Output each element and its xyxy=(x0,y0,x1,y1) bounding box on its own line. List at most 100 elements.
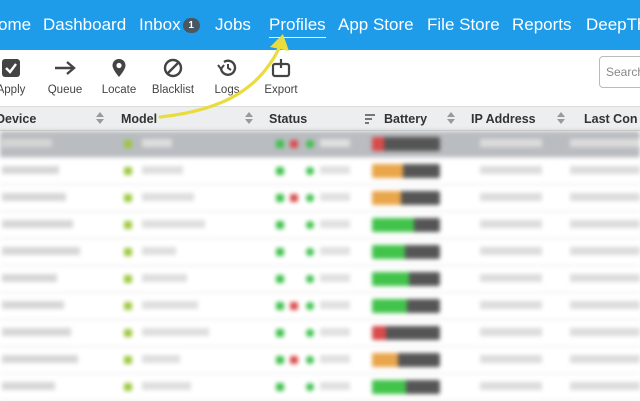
status-online-icon xyxy=(276,167,284,175)
battery-level-fill xyxy=(372,137,384,151)
status-alert-icon xyxy=(290,194,298,202)
battery-bar xyxy=(372,245,440,259)
nav-inbox[interactable]: Inbox 1 xyxy=(139,15,200,35)
table-row[interactable] xyxy=(0,239,640,266)
status-alert-icon xyxy=(290,302,298,310)
model-cell xyxy=(142,328,209,336)
device-table-body xyxy=(0,131,640,401)
nav-jobs[interactable]: Jobs xyxy=(215,15,251,35)
blacklist-button[interactable]: Blacklist xyxy=(145,58,201,96)
column-header-device[interactable]: Device xyxy=(0,107,36,131)
queue-button[interactable]: Queue xyxy=(37,58,93,96)
nav-home[interactable]: ome xyxy=(0,15,31,35)
battery-level-fill xyxy=(372,299,407,313)
status-text-cell xyxy=(320,355,350,363)
nav-profiles[interactable]: Profiles xyxy=(269,15,326,38)
battery-level-fill xyxy=(372,245,405,259)
model-status-icon xyxy=(124,356,132,364)
arrow-right-icon xyxy=(37,58,93,80)
top-nav-bar: ome Dashboard Inbox 1 Jobs Profiles App S… xyxy=(0,0,640,50)
export-button[interactable]: Export xyxy=(253,58,309,96)
sort-lines-icon[interactable] xyxy=(365,114,375,126)
sort-icon-ip-address[interactable] xyxy=(557,112,565,124)
table-row[interactable] xyxy=(0,374,640,401)
column-header-battery[interactable]: Battery xyxy=(384,107,427,131)
status-online-icon xyxy=(276,221,284,229)
device-name-cell xyxy=(2,193,66,201)
ip-address-cell xyxy=(480,139,542,147)
model-status-icon xyxy=(124,329,132,337)
column-header-ip-address[interactable]: IP Address xyxy=(471,107,536,131)
battery-bar xyxy=(372,299,440,313)
ip-address-cell xyxy=(480,166,542,174)
table-row[interactable] xyxy=(0,212,640,239)
table-row[interactable] xyxy=(0,293,640,320)
battery-level-fill xyxy=(372,164,403,178)
model-status-icon xyxy=(124,167,132,175)
model-cell xyxy=(142,247,176,255)
device-name-cell xyxy=(2,382,55,390)
nav-reports[interactable]: Reports xyxy=(512,15,572,35)
column-header-model[interactable]: Model xyxy=(121,107,157,131)
ip-address-cell xyxy=(480,247,542,255)
model-cell xyxy=(142,220,205,228)
ban-icon xyxy=(145,58,201,80)
status-connection-icon xyxy=(306,221,314,229)
logs-button[interactable]: Logs xyxy=(199,58,255,96)
nav-deepthought[interactable]: DeepTh xyxy=(586,15,640,35)
search-input[interactable] xyxy=(599,56,640,88)
apply-label: Apply xyxy=(0,84,26,96)
battery-bar xyxy=(372,326,440,340)
model-cell xyxy=(142,139,172,147)
status-connection-icon xyxy=(306,356,314,364)
nav-file-store[interactable]: File Store xyxy=(427,15,500,35)
logs-label: Logs xyxy=(214,84,240,96)
last-connected-cell xyxy=(570,301,640,309)
table-row[interactable] xyxy=(0,131,640,158)
battery-level-fill xyxy=(372,326,386,340)
last-connected-cell xyxy=(570,220,640,228)
status-text-cell xyxy=(320,247,350,255)
nav-app-store[interactable]: App Store xyxy=(338,15,414,35)
status-text-cell xyxy=(320,382,350,390)
status-text-cell xyxy=(320,139,350,147)
status-online-icon xyxy=(276,356,284,364)
status-text-cell xyxy=(320,301,350,309)
table-row[interactable] xyxy=(0,347,640,374)
status-connection-icon xyxy=(306,140,314,148)
status-connection-icon xyxy=(306,194,314,202)
sort-icon-device[interactable] xyxy=(96,112,104,124)
column-header-last-connected[interactable]: Last Con xyxy=(584,107,637,131)
ip-address-cell xyxy=(480,193,542,201)
status-alert-icon xyxy=(290,356,298,364)
ip-address-cell xyxy=(480,355,542,363)
ip-address-cell xyxy=(480,328,542,336)
device-name-cell xyxy=(2,274,57,282)
status-online-icon xyxy=(276,329,284,337)
inbox-count-badge: 1 xyxy=(182,18,200,33)
last-connected-cell xyxy=(570,328,640,336)
table-row[interactable] xyxy=(0,185,640,212)
locate-label: Locate xyxy=(101,84,137,96)
model-cell xyxy=(142,355,180,363)
table-row[interactable] xyxy=(0,320,640,347)
ip-address-cell xyxy=(480,220,542,228)
table-row[interactable] xyxy=(0,266,640,293)
table-row[interactable] xyxy=(0,158,640,185)
model-status-icon xyxy=(124,383,132,391)
model-cell xyxy=(142,166,183,174)
model-status-icon xyxy=(124,302,132,310)
sort-icon-model[interactable] xyxy=(245,112,253,124)
table-header: Device Model Status Battery IP Address L… xyxy=(0,106,640,131)
sort-icon-battery[interactable] xyxy=(447,112,455,124)
apply-button[interactable]: Apply xyxy=(0,58,39,96)
battery-bar xyxy=(372,380,440,394)
last-connected-cell xyxy=(570,139,640,147)
battery-bar xyxy=(372,218,440,232)
status-text-cell xyxy=(320,166,350,174)
status-connection-icon xyxy=(306,167,314,175)
model-status-icon xyxy=(124,221,132,229)
column-header-status[interactable]: Status xyxy=(269,107,307,131)
locate-button[interactable]: Locate xyxy=(91,58,147,96)
nav-dashboard[interactable]: Dashboard xyxy=(43,15,126,35)
